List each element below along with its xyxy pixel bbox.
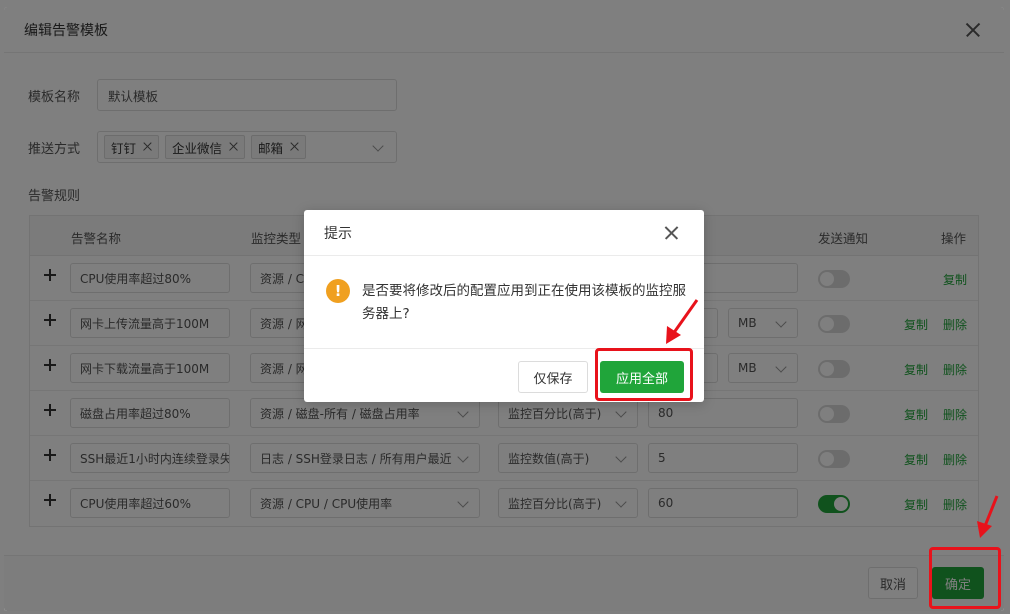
confirm-header: 提示: [304, 210, 704, 256]
confirm-title: 提示: [324, 225, 352, 242]
highlight-box: [595, 348, 693, 401]
warning-icon: !: [326, 279, 350, 303]
save-only-button[interactable]: 仅保存: [518, 361, 588, 393]
confirm-message: 是否要将修改后的配置应用到正在使用该模板的监控服务器上?: [362, 283, 686, 322]
highlight-box: [929, 547, 1001, 609]
close-icon[interactable]: [662, 223, 682, 243]
